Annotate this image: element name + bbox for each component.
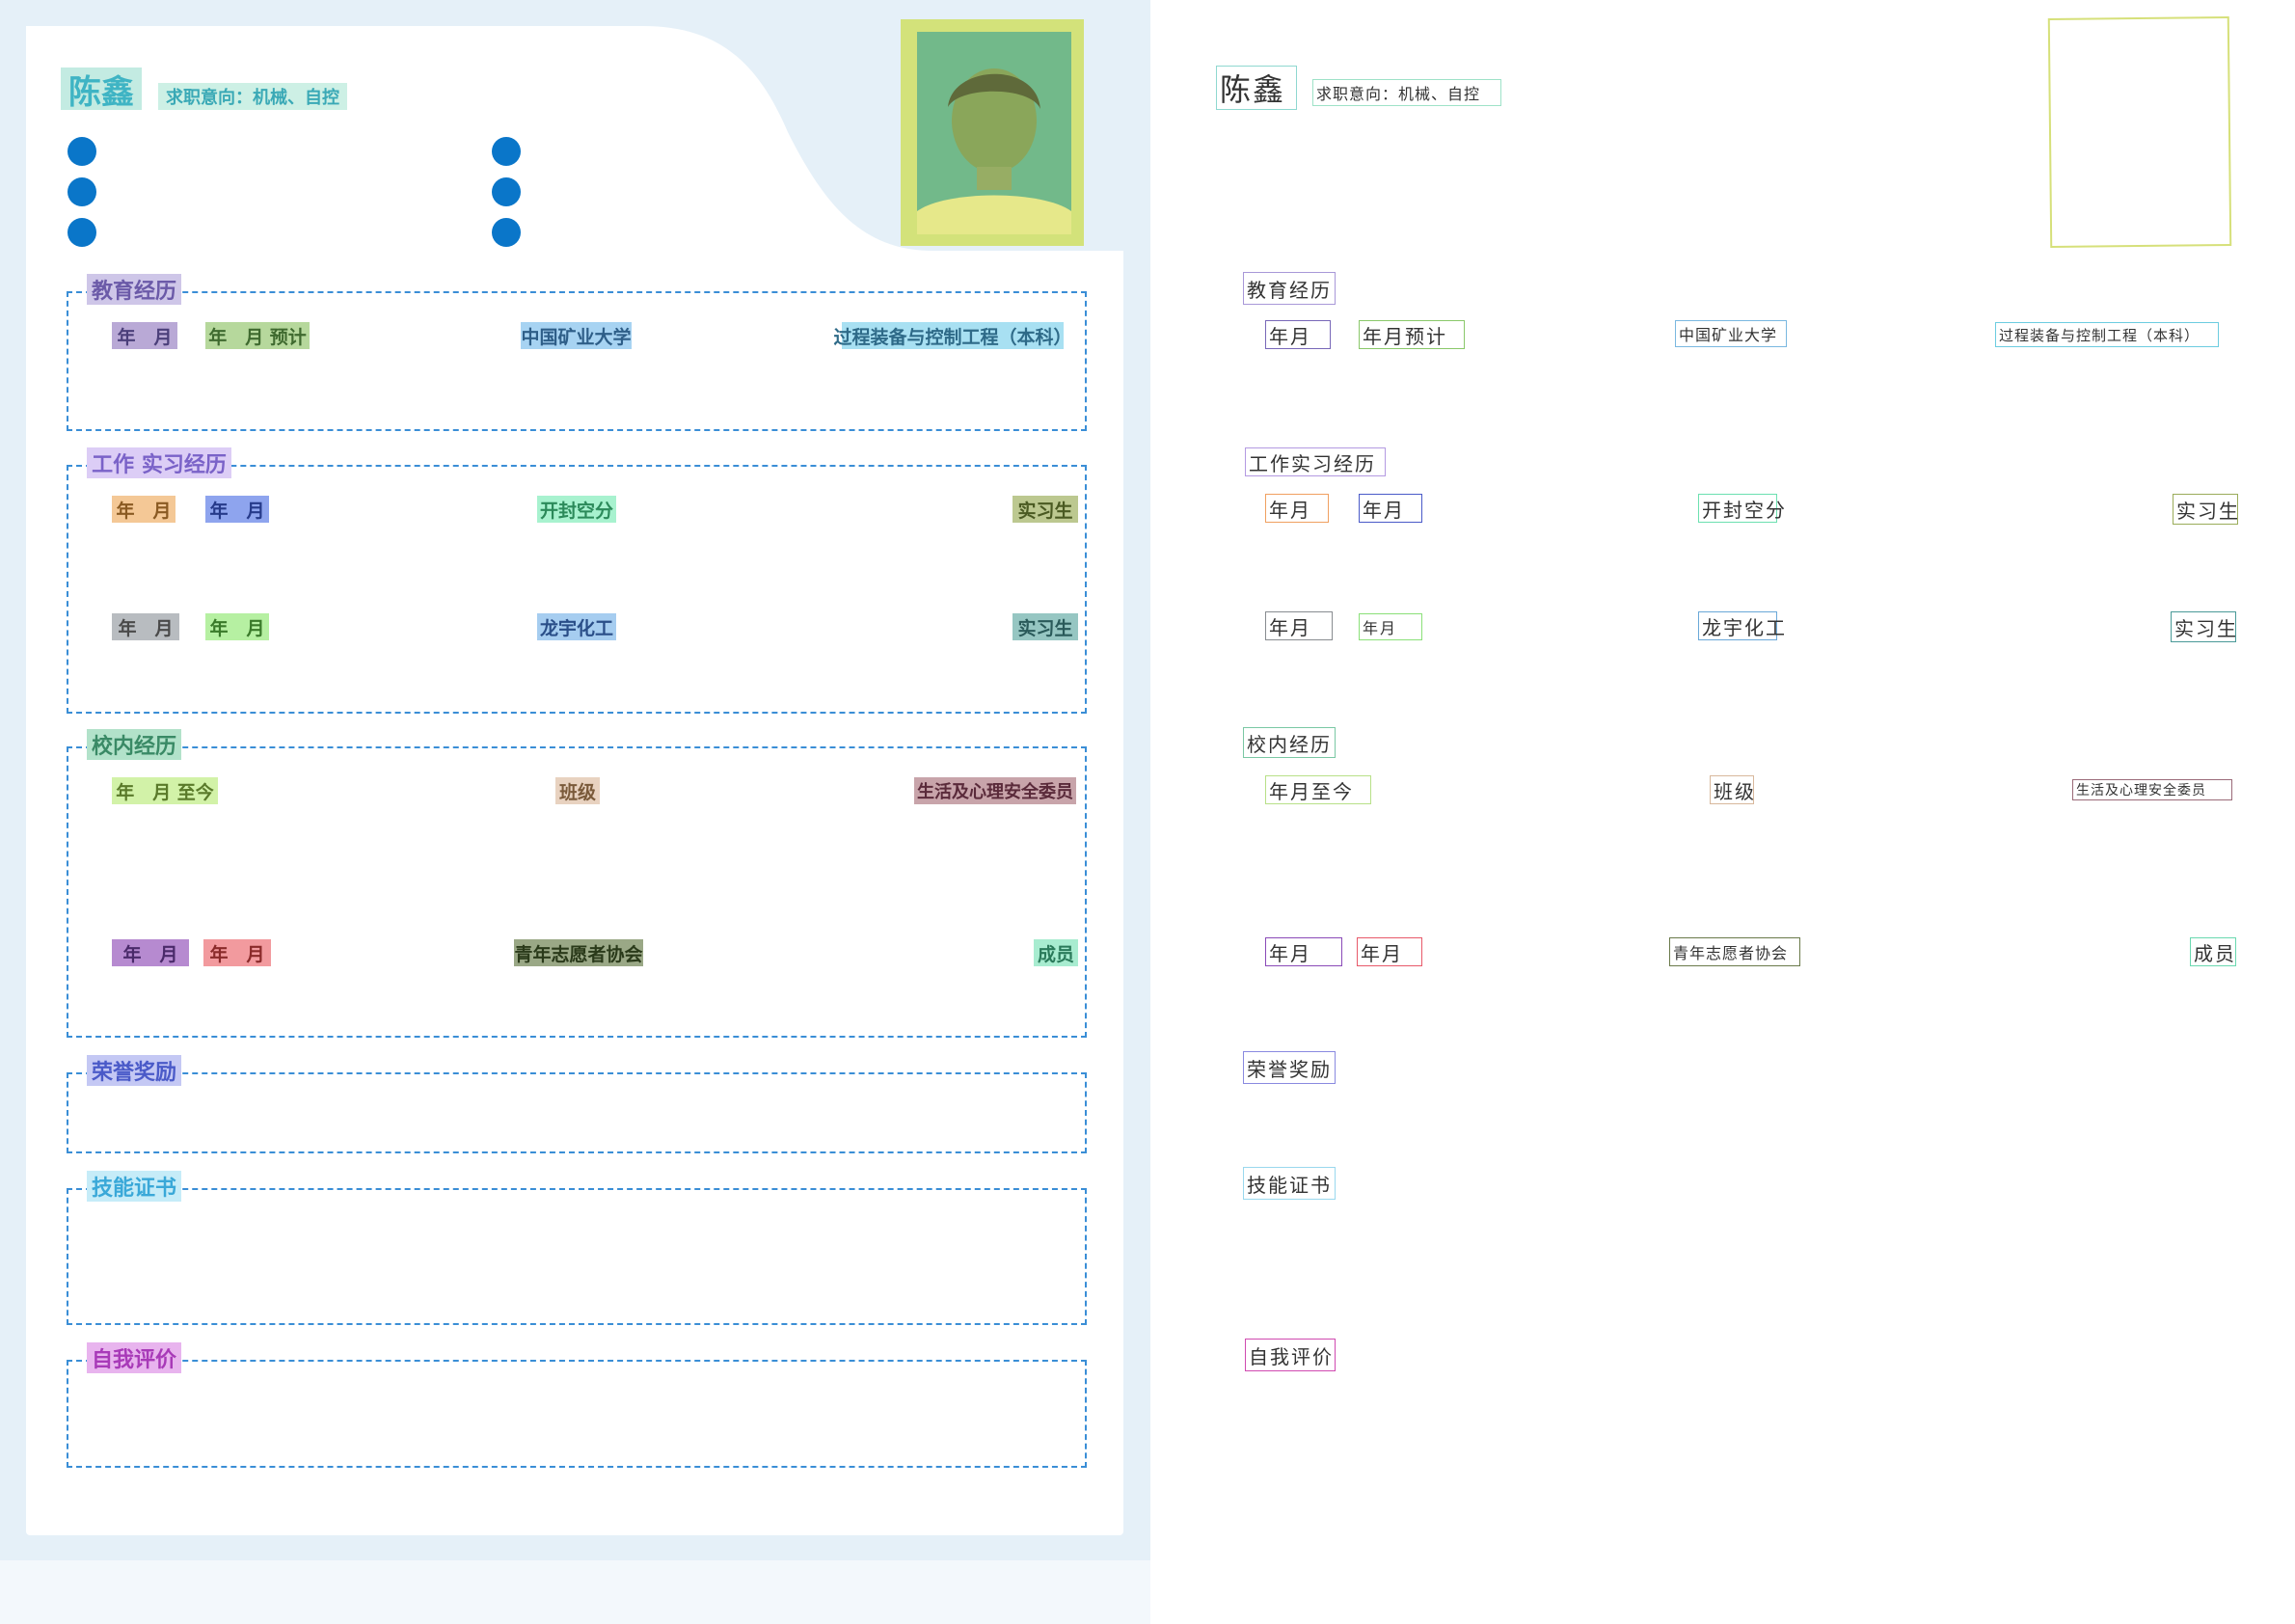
profile-photo xyxy=(917,32,1071,234)
self-eval-heading: 自我评价 xyxy=(87,1342,181,1373)
honors-heading: 荣誉奖励 xyxy=(87,1055,181,1086)
outline-education-heading: 教育经历 xyxy=(1243,272,1336,305)
outline-w1-company: 开封空分 xyxy=(1698,494,1785,523)
outline-edu-school: 中国矿业大学 xyxy=(1675,320,1787,347)
outline-skills-heading: 技能证书 xyxy=(1243,1167,1336,1200)
self-eval-section-box xyxy=(67,1360,1087,1468)
outline-w2-start: 年月 xyxy=(1265,611,1333,640)
education-section-box xyxy=(67,291,1087,431)
campus2-role: 成员 xyxy=(1034,939,1078,966)
outline-w1-end: 年月 xyxy=(1359,494,1422,523)
campus1-role: 生活及心理安全委员 xyxy=(914,777,1076,804)
outline-c1-role: 生活及心理安全委员 xyxy=(2072,779,2232,800)
campus2-start-date: 年 月 xyxy=(112,939,189,966)
outline-c2-start: 年月 xyxy=(1265,937,1342,966)
outline-c1-org: 班级 xyxy=(1710,775,1754,804)
outline-c2-end: 年月 xyxy=(1357,937,1422,966)
work2-start-date: 年 月 xyxy=(112,613,179,640)
contact-dot-icon xyxy=(68,218,96,247)
campus1-start-date: 年 月 至今 xyxy=(112,777,218,804)
job-intent: 求职意向：机械、自控 xyxy=(158,83,347,110)
campus2-org: 青年志愿者协会 xyxy=(514,939,643,966)
work1-end-date: 年 月 xyxy=(205,496,269,523)
outline-work-heading: 工作实习经历 xyxy=(1245,447,1386,476)
work2-company: 龙宇化工 xyxy=(537,613,616,640)
outline-edu-major: 过程装备与控制工程（本科） xyxy=(1995,322,2219,347)
edu-end-date: 年 月 预计 xyxy=(205,322,310,349)
work1-role: 实习生 xyxy=(1012,496,1078,523)
outline-self-eval-heading: 自我评价 xyxy=(1245,1339,1336,1371)
outline-c2-org: 青年志愿者协会 xyxy=(1669,937,1800,966)
outline-photo-frame xyxy=(2047,16,2232,248)
outline-w2-role: 实习生 xyxy=(2171,611,2236,642)
work2-end-date: 年 月 xyxy=(205,613,269,640)
outline-resume-panel: 陈鑫 求职意向：机械、自控 教育经历 年月 年月预计 中国矿业大学 过程装备与控… xyxy=(1150,0,2295,1624)
work2-role: 实习生 xyxy=(1012,613,1078,640)
outline-honors-heading: 荣誉奖励 xyxy=(1243,1051,1336,1084)
education-heading: 教育经历 xyxy=(87,274,181,305)
outline-w1-role: 实习生 xyxy=(2173,494,2238,525)
outline-campus-heading: 校内经历 xyxy=(1243,727,1336,758)
edu-start-date: 年 月 xyxy=(112,322,177,349)
outline-edu-start: 年月 xyxy=(1265,320,1331,349)
work1-company: 开封空分 xyxy=(537,496,616,523)
outline-w1-start: 年月 xyxy=(1265,494,1329,523)
person-portrait-icon xyxy=(917,32,1071,234)
contact-dot-icon xyxy=(492,218,521,247)
outline-c2-role: 成员 xyxy=(2190,937,2236,966)
skills-heading: 技能证书 xyxy=(87,1171,181,1202)
outline-c1-start: 年月至今 xyxy=(1265,775,1371,804)
annotated-resume-panel: 陈鑫 求职意向：机械、自控 教育经历 年 月 年 月 预计 中国矿业大学 过程装… xyxy=(0,0,1150,1624)
contact-dot-icon xyxy=(68,177,96,206)
honors-section-box xyxy=(67,1072,1087,1153)
contact-dot-icon xyxy=(68,137,96,166)
campus1-org: 班级 xyxy=(555,777,600,804)
candidate-name: 陈鑫 xyxy=(61,68,142,112)
outline-edu-end: 年月预计 xyxy=(1359,320,1465,349)
campus2-end-date: 年 月 xyxy=(203,939,271,966)
work1-start-date: 年 月 xyxy=(112,496,176,523)
work-heading: 工作 实习经历 xyxy=(87,447,231,478)
edu-major: 过程装备与控制工程（本科） xyxy=(834,322,1072,349)
edu-school: 中国矿业大学 xyxy=(521,322,632,349)
contact-dot-icon xyxy=(492,137,521,166)
outline-candidate-name: 陈鑫 xyxy=(1216,66,1297,110)
outline-job-intent: 求职意向：机械、自控 xyxy=(1312,79,1501,106)
contact-dot-icon xyxy=(492,177,521,206)
outline-w2-company: 龙宇化工 xyxy=(1698,611,1785,640)
outline-w2-end: 年月 xyxy=(1359,613,1422,640)
campus-heading: 校内经历 xyxy=(87,729,181,760)
skills-section-box xyxy=(67,1188,1087,1325)
